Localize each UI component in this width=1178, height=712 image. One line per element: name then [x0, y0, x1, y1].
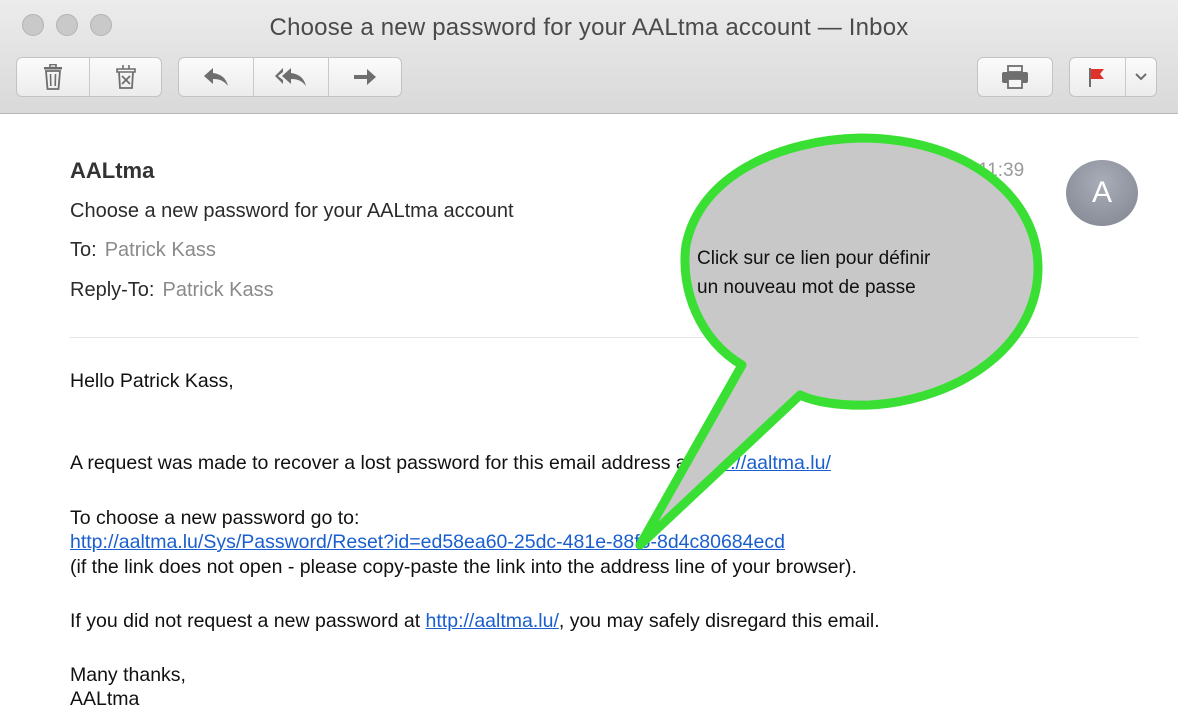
chevron-down-icon	[1135, 73, 1147, 81]
print-group	[977, 57, 1053, 97]
message-subject: Choose a new password for your AALtma ac…	[70, 200, 514, 222]
forward-icon	[353, 69, 376, 85]
reply-group	[178, 57, 402, 97]
to-value[interactable]: Patrick Kass	[105, 239, 216, 261]
forward-button[interactable]	[327, 58, 401, 96]
sender-name: AALtma	[70, 158, 155, 183]
copy-hint: (if the link does not open - please copy…	[70, 556, 857, 578]
greeting: Hello Patrick Kass,	[70, 370, 234, 392]
message-time: 11:39	[978, 160, 1025, 181]
reply-to-row: Reply-To: Patrick Kass	[70, 279, 274, 302]
junk-button[interactable]	[89, 58, 161, 96]
flag-icon	[1089, 68, 1105, 87]
trash-icon	[44, 64, 62, 90]
disregard-prefix: If you did not request a new password at	[70, 610, 426, 632]
delete-junk-group	[16, 57, 162, 97]
printer-icon	[1002, 65, 1028, 89]
junk-icon	[115, 65, 136, 89]
disregard-site-link[interactable]: http://aaltma.lu/	[426, 610, 559, 632]
speech-bubble-shape	[635, 133, 1043, 550]
reply-to-value[interactable]: Patrick Kass	[162, 279, 273, 301]
disregard-paragraph: If you did not request a new password at…	[70, 610, 880, 633]
reply-icon	[204, 68, 229, 86]
site-link[interactable]: http://aaltma.lu/	[698, 452, 831, 474]
reply-button[interactable]	[179, 58, 253, 96]
reset-password-link[interactable]: http://aaltma.lu/Sys/Password/Reset?id=e…	[70, 531, 785, 553]
reply-all-icon	[274, 68, 306, 86]
request-text: A request was made to recover a lost pas…	[70, 452, 698, 474]
callout-text: Click sur ce lien pour définir un nouvea…	[697, 244, 1017, 302]
avatar: A	[1066, 160, 1138, 226]
to-label: To:	[70, 239, 97, 261]
flag-menu-button[interactable]	[1124, 58, 1156, 96]
reply-to-label: Reply-To:	[70, 279, 155, 301]
callout-line-2: un nouveau mot de passe	[697, 277, 916, 298]
reset-password-link-line: http://aaltma.lu/Sys/Password/Reset?id=e…	[70, 531, 785, 554]
header-divider	[70, 337, 1138, 338]
thanks-text: Many thanks,	[70, 664, 186, 686]
avatar-initial: A	[1091, 176, 1112, 209]
choose-text: To choose a new password go to:	[70, 507, 360, 529]
reply-all-button[interactable]	[253, 58, 327, 96]
delete-button[interactable]	[17, 58, 89, 96]
flag-button[interactable]	[1070, 58, 1125, 96]
flag-group	[1069, 57, 1157, 97]
disregard-suffix: , you may safely disregard this email.	[558, 610, 880, 632]
window-title: Choose a new password for your AALtma ac…	[269, 14, 909, 41]
callout-line-1: Click sur ce lien pour définir	[697, 248, 931, 269]
print-button[interactable]	[978, 58, 1052, 96]
signature: AALtma	[70, 688, 140, 710]
window-titlebar: Choose a new password for your AALtma ac…	[0, 0, 1178, 114]
to-row: To: Patrick Kass	[70, 239, 216, 262]
request-paragraph: A request was made to recover a lost pas…	[70, 452, 831, 475]
